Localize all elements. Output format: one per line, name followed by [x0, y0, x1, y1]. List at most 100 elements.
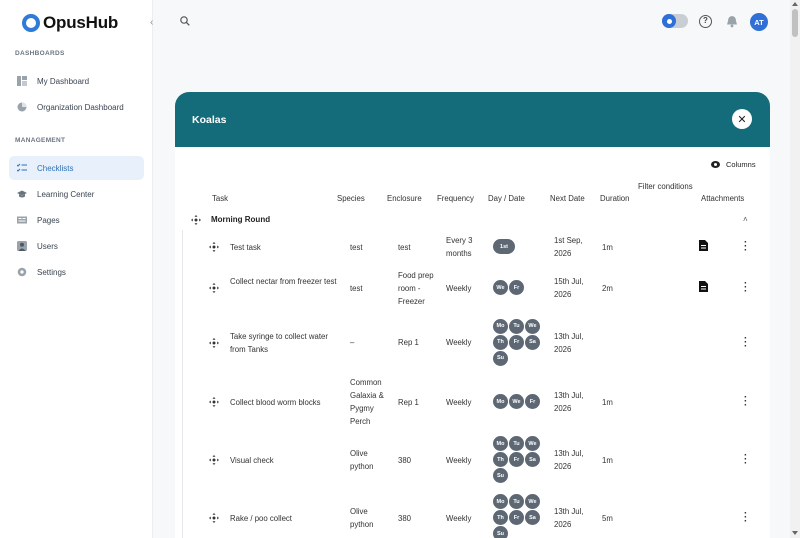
day-chip: Th	[493, 452, 508, 467]
drag-handle-icon[interactable]	[209, 455, 219, 465]
day-chip: We	[509, 394, 524, 409]
day-chip: Tu	[509, 436, 524, 451]
more-options-icon[interactable]: · · ·	[744, 393, 747, 411]
document-icon[interactable]	[699, 240, 708, 251]
topbar: ? AT	[153, 0, 790, 44]
sidebar-item-label: Settings	[37, 267, 66, 277]
more-options-icon[interactable]: · · ·	[744, 333, 747, 351]
cell-enclosure: 380	[398, 513, 412, 523]
cell-species: test	[350, 242, 363, 252]
day-chip: We	[493, 280, 508, 295]
columns-label: Columns	[726, 160, 756, 169]
cell-species: Common Galaxia & Pygmy Perch	[350, 378, 384, 426]
user-icon	[17, 241, 27, 251]
day-chip: Mo	[493, 494, 508, 509]
day-chips: Mo We Fr	[493, 394, 547, 409]
cell-duration: 1m	[602, 397, 613, 407]
day-chips: Mo Tu We Th Fr Sa Su	[493, 318, 547, 366]
drag-handle-icon[interactable]	[209, 397, 219, 407]
header-task[interactable]: Task	[212, 193, 228, 204]
cell-frequency: Weekly	[446, 513, 472, 523]
section-label-management: MANAGEMENT	[15, 137, 66, 144]
chevron-up-icon[interactable]: ˄	[743, 215, 748, 224]
cell-next-date: 13th Jul, 2026	[554, 449, 584, 471]
cell-next-date: 15th Jul, 2026	[554, 277, 584, 299]
scroll-down-icon[interactable]	[792, 531, 798, 535]
day-chip: Fr	[509, 452, 524, 467]
cell-enclosure: Rep 1	[398, 338, 419, 347]
checklist-panel: Koalas ✕ Columns Task Species Enclosure …	[175, 92, 770, 538]
group-row[interactable]: Morning Round ˄	[175, 212, 770, 229]
document-icon[interactable]	[699, 281, 708, 292]
search-icon[interactable]	[180, 16, 190, 26]
sidebar-item-my-dashboard[interactable]: My Dashboard	[9, 69, 144, 93]
sidebar-item-users[interactable]: Users	[9, 234, 144, 258]
scroll-up-icon[interactable]	[792, 2, 798, 6]
more-options-icon[interactable]: · · ·	[744, 509, 747, 527]
more-options-icon[interactable]: · · ·	[744, 279, 747, 297]
table-row[interactable]: Take syringe to collect water from Tanks…	[175, 314, 770, 371]
cell-task: Collect blood worm blocks	[230, 397, 321, 407]
close-icon: ✕	[737, 113, 747, 126]
checklist-icon	[17, 163, 27, 172]
header-enclosure[interactable]: Enclosure	[387, 193, 422, 204]
app-logo[interactable]: OpusHub	[22, 13, 118, 33]
theme-toggle[interactable]	[662, 14, 688, 28]
group-label: Morning Round	[211, 215, 271, 224]
more-options-icon[interactable]: · · ·	[744, 238, 747, 256]
sun-icon	[662, 14, 676, 28]
header-next-date[interactable]: Next Date	[550, 193, 585, 204]
cell-duration: 2m	[602, 283, 613, 293]
cell-species: Olive python	[350, 507, 374, 529]
page-scrollbar[interactable]	[790, 0, 800, 538]
day-chip: Sa	[525, 334, 540, 350]
more-options-icon[interactable]: · · ·	[744, 451, 747, 469]
sidebar-item-checklists[interactable]: Checklists	[9, 156, 144, 180]
section-label-dashboards: DASHBOARDS	[15, 50, 65, 57]
help-icon[interactable]: ?	[699, 15, 712, 28]
sidebar-item-learning-center[interactable]: Learning Center	[9, 182, 144, 206]
panel-title: Koalas	[192, 114, 227, 126]
drag-handle-icon[interactable]	[209, 337, 219, 348]
cell-frequency: Weekly	[446, 397, 472, 407]
table-row[interactable]: Collect nectar from freezer test test Food…	[175, 267, 770, 309]
day-chip: Mo	[493, 318, 508, 334]
header-filter-conditions[interactable]: Filter conditions	[638, 181, 696, 192]
header-frequency[interactable]: Frequency	[437, 193, 474, 204]
sidebar-item-label: Users	[37, 241, 58, 251]
sidebar-item-organization-dashboard[interactable]: Organization Dashboard	[9, 95, 144, 119]
sidebar-item-pages[interactable]: Pages	[9, 208, 144, 232]
sidebar-item-label: Organization Dashboard	[37, 102, 124, 112]
cell-enclosure: 380	[398, 455, 412, 465]
columns-button[interactable]: Columns	[711, 160, 756, 169]
panel-header: Koalas ✕	[175, 92, 770, 147]
cell-task: Collect nectar from freezer test	[230, 277, 337, 286]
day-chip: Th	[493, 334, 508, 350]
drag-handle-icon[interactable]	[191, 215, 201, 225]
drag-handle-icon[interactable]	[209, 242, 219, 252]
header-species[interactable]: Species	[337, 193, 365, 204]
day-chip: Fr	[509, 334, 524, 350]
org-dashboard-icon	[17, 102, 27, 112]
day-chip: Su	[493, 350, 508, 366]
bell-icon[interactable]	[726, 15, 738, 28]
cell-frequency: Every 3 months	[446, 236, 473, 258]
table-row[interactable]: Rake / poo collect Olive python 380 Weekly 1…	[175, 490, 770, 538]
pages-icon	[17, 216, 27, 224]
header-duration[interactable]: Duration	[600, 193, 629, 204]
avatar[interactable]: AT	[750, 13, 768, 31]
table-row[interactable]: Collect blood worm blocks Common Galaxia …	[175, 374, 770, 430]
header-attachments[interactable]: Attachments	[701, 193, 744, 204]
gear-icon	[17, 267, 27, 277]
sidebar-item-settings[interactable]: Settings	[9, 260, 144, 284]
drag-handle-icon[interactable]	[209, 283, 219, 293]
day-chip: Su	[493, 526, 508, 538]
table-row[interactable]: Test task test test Every 3 months 1st Sep, …	[175, 230, 770, 264]
close-button[interactable]: ✕	[732, 109, 752, 129]
scroll-thumb[interactable]	[792, 9, 798, 37]
drag-handle-icon[interactable]	[209, 513, 219, 523]
header-day-date[interactable]: Day / Date	[488, 193, 525, 204]
dashboard-icon	[17, 76, 27, 86]
graduation-cap-icon	[17, 190, 27, 198]
table-row[interactable]: Visual check Olive python 380 Weekly 13th Ju…	[175, 432, 770, 488]
